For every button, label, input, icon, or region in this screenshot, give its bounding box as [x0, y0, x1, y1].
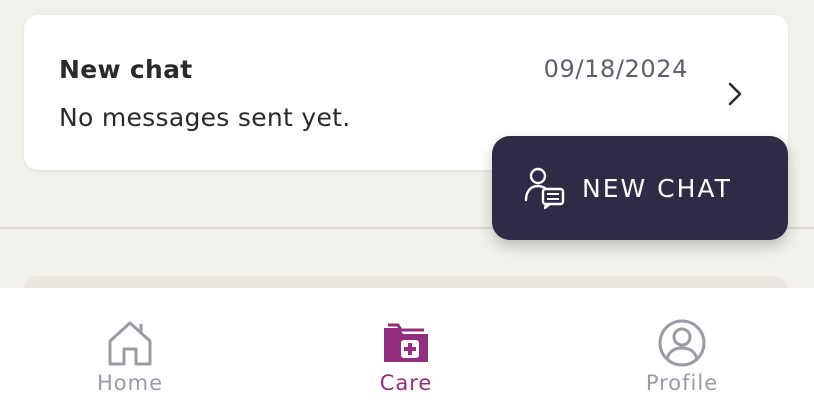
chevron-right-icon — [728, 82, 742, 106]
tab-care[interactable]: Care — [306, 288, 506, 420]
person-chat-icon — [524, 167, 565, 210]
tab-profile-label: Profile — [645, 371, 719, 395]
chat-preview: No messages sent yet. — [59, 103, 351, 132]
care-folder-icon — [384, 323, 428, 362]
bottom-tab-bar: Home Care Profile — [0, 288, 814, 420]
tab-home-label: Home — [96, 371, 163, 395]
new-chat-button[interactable]: NEW CHAT — [492, 136, 788, 240]
chat-date: 09/18/2024 — [543, 55, 688, 83]
tab-profile[interactable]: Profile — [582, 288, 782, 420]
chat-title: New chat — [59, 55, 193, 84]
tab-care-label: Care — [379, 371, 433, 395]
tab-home[interactable]: Home — [30, 288, 230, 420]
home-icon — [108, 321, 152, 366]
new-chat-label: NEW CHAT — [582, 174, 732, 203]
profile-icon — [658, 319, 706, 367]
chat-screen: New chat 09/18/2024 No messages sent yet… — [0, 0, 814, 420]
